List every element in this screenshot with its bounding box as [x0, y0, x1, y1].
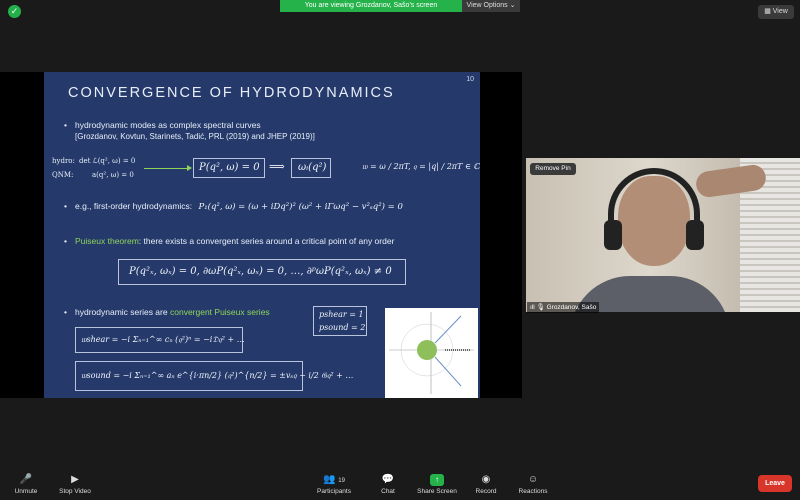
shear-series-box: 𝔴shear = −i Σₙ₌₁^∞ cₙ (𝔮²)ⁿ = −i𝔇𝔮² + … [75, 327, 245, 353]
branch-cut-down [434, 356, 462, 387]
chat-button[interactable]: 💬 Chat [370, 468, 406, 500]
record-icon: ◉ [481, 474, 491, 485]
branch-cut-up [434, 315, 462, 344]
mic-icon: 🎙 [536, 304, 545, 311]
participants-label: Participants [317, 488, 351, 495]
p-sound: psound = 2 [319, 323, 366, 332]
share-screen-button[interactable]: ↑ Share Screen [414, 468, 460, 500]
reactions-label: Reactions [518, 488, 548, 495]
citation: [Grozdanov, Kovtun, Starinets, Tadić, PR… [75, 132, 315, 141]
arrow-right-icon [144, 165, 192, 171]
mode-function: ωᵢ(q²) [298, 162, 327, 173]
view-button[interactable]: ▦ View [758, 5, 794, 19]
unmute-label: Unmute [14, 488, 38, 495]
share-screen-label: Share Screen [417, 488, 457, 495]
headphone-left-ear [604, 220, 622, 250]
bullet-puiseux-series: hydrodynamic series are convergent Puise… [64, 307, 270, 317]
shear-series-equation: 𝔴shear = −i Σₙ₌₁^∞ cₙ (𝔮²)ⁿ = −i𝔇𝔮² + … [81, 335, 245, 344]
shield-icon[interactable]: ✓ [8, 5, 21, 18]
slide-title: CONVERGENCE OF HYDRODYNAMICS [68, 85, 395, 101]
critical-point-equation: P(q²ₓ, ωₓ) = 0, ∂ωP(q²ₓ, ωₓ) = 0, …, ∂ᵖω… [129, 266, 392, 277]
viewing-banner: You are viewing Grozdanov, Sašo's screen [280, 0, 462, 12]
p-shear: pshear = 1 [319, 310, 364, 319]
participant-name-tag: ıll 🎙 Grozdanov, Sašo [527, 302, 600, 313]
share-screen-icon: ↑ [430, 474, 444, 486]
remove-pin-button[interactable]: Remove Pin [530, 163, 576, 175]
sound-series-equation: 𝔴sound = −i Σₙ₌₁^∞ aₙ e^{i·πn/2} (𝔮²)^{n… [81, 371, 354, 380]
presentation-slide: 10 CONVERGENCE OF HYDRODYNAMICS hydrodyn… [44, 72, 480, 398]
puiseux-theorem-text: : there exists a convergent series aroun… [138, 236, 395, 246]
stop-video-button[interactable]: ▶ Stop Video [52, 468, 98, 500]
record-label: Record [475, 488, 497, 495]
qnm-equation: a(q², ω) = 0 [92, 171, 134, 179]
hydro-equation: det ℒ(q², ω) = 0 [79, 157, 136, 165]
participants-count: 19 [338, 478, 345, 484]
meeting-toolbar: 🎤 Unmute ▶ Stop Video 👥 19 Participants … [0, 468, 800, 500]
chat-label: Chat [381, 488, 395, 495]
participants-icon: 👥 19 [323, 474, 345, 485]
signal-icon: ıll [530, 304, 535, 311]
mode-box: ωᵢ(q²) [291, 158, 331, 178]
record-button[interactable]: ◉ Record [466, 468, 506, 500]
slide-number: 10 [466, 76, 474, 83]
bullet-puiseux: Puiseux theorem: there exists a converge… [64, 236, 395, 246]
implies-symbol: ⟹ [269, 160, 285, 173]
reactions-button[interactable]: ☺ Reactions [512, 468, 554, 500]
smiley-icon: ☺ [527, 474, 539, 485]
participants-button[interactable]: 👥 19 Participants [312, 468, 356, 500]
participant-name: Grozdanov, Sašo [546, 304, 597, 311]
bullet-spectral-curves: hydrodynamic modes as complex spectral c… [64, 120, 261, 130]
video-camera-icon: ▶ [71, 474, 79, 485]
complex-plane-plot [385, 308, 478, 398]
convergent-puiseux-label: convergent Puiseux series [169, 307, 270, 317]
convergence-disk [417, 340, 437, 360]
first-order-equation: P₁(q², ω) = (ω + iDq²)² (ω² + iΓωq² − v²… [198, 202, 403, 212]
bullet-first-order: e.g., first-order hydrodynamics: P₁(q², … [64, 201, 403, 212]
headphone-right-ear [686, 220, 704, 250]
meeting-top-bar: ✓ You are viewing Grozdanov, Sašo's scre… [0, 0, 800, 22]
first-order-text: e.g., first-order hydrodynamics: [75, 201, 193, 211]
view-options-button[interactable]: View Options ⌄ [462, 0, 520, 12]
qnm-label: QNM: [52, 171, 74, 179]
hydro-series-text: hydrodynamic series are [75, 307, 168, 317]
mic-muted-icon: 🎤 [19, 474, 33, 485]
dimensionless-variables: 𝔴 = ω / 2πT, 𝔮 = |q| / 2πT ∈ ℂ [362, 162, 480, 171]
puiseux-order-box: pshear = 1 psound = 2 [313, 306, 367, 336]
view-button-label: View [772, 8, 788, 15]
critical-point-box: P(q²ₓ, ωₓ) = 0, ∂ωP(q²ₓ, ωₓ) = 0, …, ∂ᵖω… [118, 259, 406, 285]
spectral-curve-box: P(q², ω) = 0 [193, 158, 265, 178]
unmute-button[interactable]: 🎤 Unmute [4, 468, 48, 500]
sound-series-box: 𝔴sound = −i Σₙ₌₁^∞ aₙ e^{i·πn/2} (𝔮²)^{n… [75, 361, 353, 391]
chat-icon: 💬 [381, 474, 395, 485]
leave-button[interactable]: Leave [758, 475, 792, 492]
stop-video-label: Stop Video [59, 488, 91, 495]
spectral-curve-equation: P(q², ω) = 0 [199, 162, 260, 173]
hydro-label: hydro: [52, 157, 75, 165]
puiseux-theorem-label: Puiseux theorem [75, 236, 139, 246]
participant-video[interactable] [526, 158, 800, 312]
complex-plane-svg [389, 312, 474, 394]
